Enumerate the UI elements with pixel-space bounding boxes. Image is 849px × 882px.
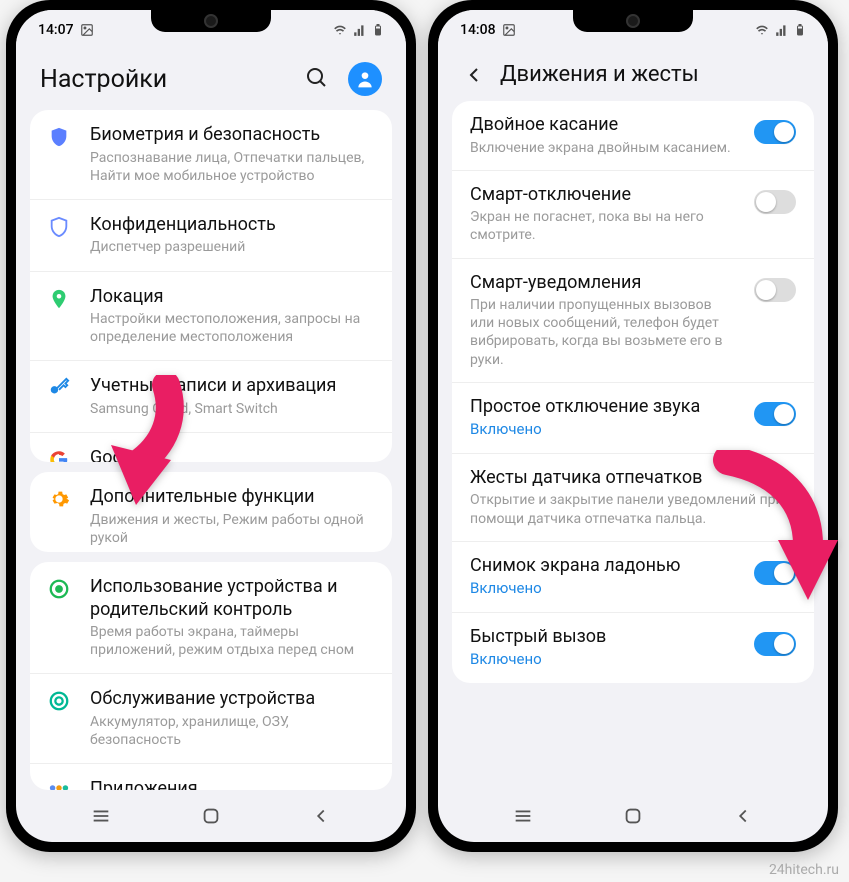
row-title: Приложения — [90, 778, 374, 790]
avatar[interactable] — [348, 62, 382, 96]
toggle-switch[interactable] — [754, 120, 796, 144]
nav-recents[interactable] — [512, 805, 534, 827]
notch — [573, 10, 693, 32]
row-title: Использование устройства и родительский … — [90, 576, 374, 621]
back-button[interactable] — [462, 63, 486, 87]
row-title: Биометрия и безопасность — [90, 124, 374, 147]
battery-icon — [794, 22, 806, 38]
gesture-row-direct-call[interactable]: Быстрый вызов Включено — [452, 613, 814, 683]
row-title: Смарт-отключение — [470, 184, 738, 207]
row-title: Двойное касание — [470, 114, 738, 137]
signal-icon — [774, 23, 790, 37]
gesture-row-palm-swipe[interactable]: Снимок экрана ладонью Включено — [452, 542, 814, 613]
gestures-list[interactable]: Двойное касание Включение экрана двойным… — [438, 101, 828, 790]
devicecare-icon — [44, 688, 74, 712]
gesture-row-fp-gestures[interactable]: Жесты датчика отпечатков Открытие и закр… — [452, 454, 814, 542]
row-subtitle: Распознавание лица, Отпечатки пальцев, Н… — [90, 149, 374, 185]
shield-outline-icon — [44, 214, 74, 238]
row-title: Обслуживание устройства — [90, 688, 374, 711]
row-subtitle: Включено — [470, 420, 738, 440]
settings-group: Использование устройства и родительский … — [30, 562, 392, 790]
toggle-switch[interactable] — [754, 632, 796, 656]
settings-row-apps[interactable]: Приложения — [30, 764, 392, 790]
key-blue-icon — [44, 375, 74, 399]
settings-row-devicecare[interactable]: Обслуживание устройства Аккумулятор, хра… — [30, 674, 392, 764]
shield-blue-icon — [44, 124, 74, 148]
page-title: Настройки — [40, 65, 290, 94]
settings-row-privacy[interactable]: Конфиденциальность Диспетчер разрешений — [30, 200, 392, 272]
phone-right: 14:08 — [428, 0, 838, 852]
row-subtitle: Экран не погаснет, пока вы на него смотр… — [470, 208, 738, 244]
wifi-icon — [754, 23, 770, 37]
nav-back[interactable] — [732, 805, 754, 827]
settings-group: Дополнительные функции Движения и жесты,… — [30, 472, 392, 552]
wifi-icon — [332, 23, 348, 37]
row-title: Дополнительные функции — [90, 486, 374, 509]
settings-row-advanced[interactable]: Дополнительные функции Движения и жесты,… — [30, 472, 392, 552]
settings-list[interactable]: Биометрия и безопасность Распознавание л… — [16, 110, 406, 790]
signal-icon — [352, 23, 368, 37]
header: Настройки — [16, 46, 406, 110]
nav-home[interactable] — [622, 805, 644, 827]
image-icon — [502, 23, 516, 37]
nav-bar — [16, 790, 406, 842]
gesture-row-easy-mute[interactable]: Простое отключение звука Включено — [452, 383, 814, 454]
row-title: Локация — [90, 286, 374, 309]
nav-back[interactable] — [310, 805, 332, 827]
settings-row-accounts[interactable]: Учетные записи и архивация Samsung Cloud… — [30, 361, 392, 433]
nav-recents[interactable] — [90, 805, 112, 827]
nav-bar — [438, 790, 828, 842]
toggle-switch[interactable] — [754, 190, 796, 214]
battery-icon — [372, 22, 384, 38]
wellbeing-green-icon — [44, 576, 74, 600]
search-icon[interactable] — [304, 65, 328, 93]
watermark: 24hitech.ru — [769, 862, 839, 878]
row-title: Конфиденциальность — [90, 214, 374, 237]
image-icon — [80, 23, 94, 37]
settings-row-wellbeing[interactable]: Использование устройства и родительский … — [30, 562, 392, 674]
row-subtitle: Включение экрана двойным касанием. — [470, 139, 738, 157]
header: Движения и жесты — [438, 46, 828, 101]
row-title: Снимок экрана ладонью — [470, 555, 738, 578]
pin-green-icon — [44, 286, 74, 310]
toggle-switch[interactable] — [754, 402, 796, 426]
status-time: 14:08 — [460, 22, 496, 38]
row-title: Google — [90, 447, 374, 462]
google-icon — [44, 447, 74, 462]
page-title: Движения и жесты — [500, 62, 804, 87]
row-title: Жесты датчика отпечатков — [470, 467, 796, 490]
status-time: 14:07 — [38, 22, 74, 38]
row-subtitle: Движения и жесты, Режим работы одной рук… — [90, 511, 374, 547]
gear-orange-icon — [44, 486, 74, 510]
row-subtitle: Аккумулятор, хранилище, ОЗУ, безопасност… — [90, 713, 374, 749]
gesture-row-double-tap[interactable]: Двойное касание Включение экрана двойным… — [452, 101, 814, 171]
apps-icon — [44, 778, 74, 790]
gesture-row-smart-alert[interactable]: Смарт-уведомления При наличии пропущенны… — [452, 259, 814, 383]
row-subtitle: Samsung Cloud, Smart Switch — [90, 400, 374, 418]
toggle-switch[interactable] — [754, 561, 796, 585]
row-title: Простое отключение звука — [470, 396, 738, 419]
settings-row-biometrics[interactable]: Биометрия и безопасность Распознавание л… — [30, 110, 392, 200]
settings-row-google[interactable]: Google Настройки Google — [30, 433, 392, 462]
row-subtitle: Диспетчер разрешений — [90, 238, 374, 256]
row-title: Смарт-уведомления — [470, 272, 738, 295]
row-subtitle: Включено — [470, 579, 738, 599]
row-title: Быстрый вызов — [470, 626, 738, 649]
toggle-switch[interactable] — [754, 278, 796, 302]
row-subtitle: Время работы экрана, таймеры приложений,… — [90, 623, 374, 659]
notch — [151, 10, 271, 32]
row-title: Учетные записи и архивация — [90, 375, 374, 398]
row-subtitle: Открытие и закрытие панели уведомлений п… — [470, 491, 796, 527]
nav-home[interactable] — [200, 805, 222, 827]
settings-group: Биометрия и безопасность Распознавание л… — [30, 110, 392, 462]
row-subtitle: Настройки местоположения, запросы на опр… — [90, 310, 374, 346]
settings-row-location[interactable]: Локация Настройки местоположения, запрос… — [30, 272, 392, 362]
phone-left: 14:07 Наст — [6, 0, 416, 852]
row-subtitle: При наличии пропущенных вызовов или новы… — [470, 296, 738, 369]
gesture-row-smart-stay[interactable]: Смарт-отключение Экран не погаснет, пока… — [452, 171, 814, 259]
row-subtitle: Включено — [470, 650, 738, 670]
